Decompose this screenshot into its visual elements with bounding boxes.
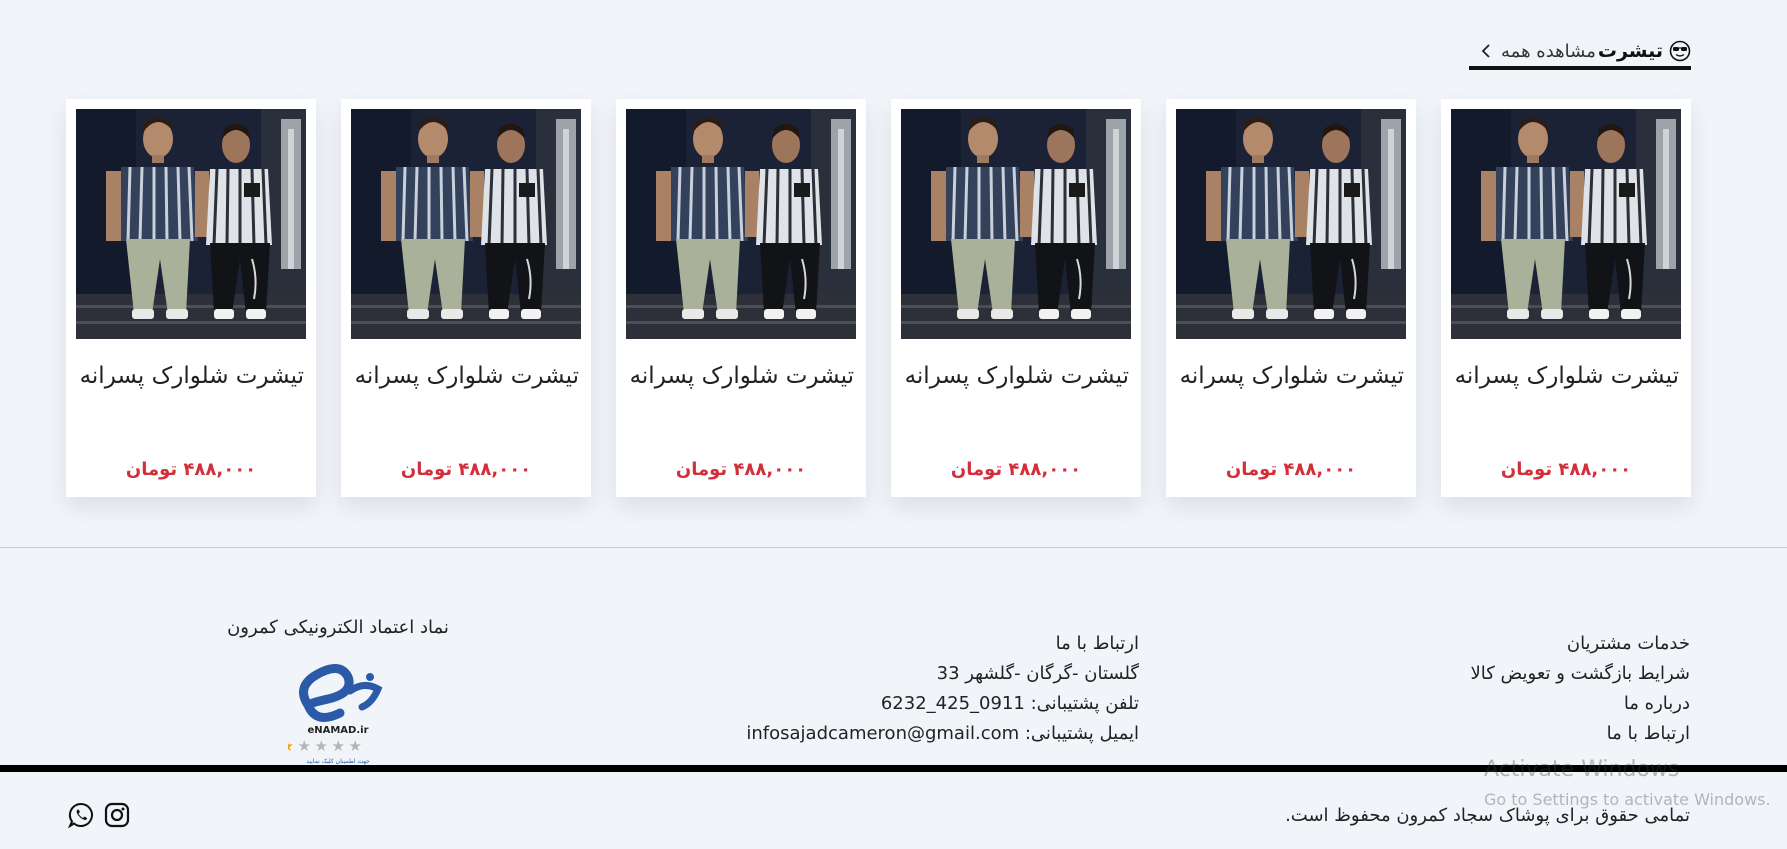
product-card[interactable]: تیشرت شلوارک پسرانه ۴۸۸,۰۰۰ تومان	[1441, 99, 1691, 497]
product-card[interactable]: تیشرت شلوارک پسرانه ۴۸۸,۰۰۰ تومان	[891, 99, 1141, 497]
enamad-caption: جهت اطمینان کلیک نمایید	[306, 758, 370, 765]
product-image[interactable]	[626, 109, 856, 339]
product-price: ۴۸۸,۰۰۰ تومان	[400, 459, 532, 480]
product-price: ۴۸۸,۰۰۰ تومان	[950, 459, 1082, 480]
section-header: تیشرت مشاهده همه	[1469, 36, 1691, 70]
product-name[interactable]: تیشرت شلوارک پسرانه	[1180, 363, 1404, 389]
social-links	[68, 802, 130, 828]
product-price: ۴۸۸,۰۰۰ تومان	[125, 459, 257, 480]
product-name[interactable]: تیشرت شلوارک پسرانه	[1455, 363, 1679, 389]
footer-phone: تلفن پشتیبانی: 0911_425_6232	[880, 693, 1139, 714]
trust-title: نماد اعتماد الکترونیکی کمرون	[227, 617, 449, 638]
view-all-label: مشاهده همه	[1501, 40, 1596, 62]
sunglasses-emoji-icon	[1669, 40, 1691, 62]
product-image[interactable]	[1451, 109, 1681, 339]
product-image[interactable]	[351, 109, 581, 339]
product-image[interactable]	[1176, 109, 1406, 339]
product-price: ۴۸۸,۰۰۰ تومان	[675, 459, 807, 480]
view-all-link[interactable]: مشاهده همه	[1479, 41, 1596, 62]
footer-services-title: خدمات مشتریان	[1566, 633, 1690, 654]
product-carousel: تیشرت شلوارک پسرانه ۴۸۸,۰۰۰ تومان تیشرت …	[65, 99, 1691, 497]
footer-link-returns[interactable]: شرایط بازگشت و تعویض کالا	[1370, 659, 1690, 689]
product-name[interactable]: تیشرت شلوارک پسرانه	[905, 363, 1129, 389]
chevron-left-icon	[1481, 44, 1490, 58]
footer-contact-title: ارتباط با ما	[1055, 633, 1139, 654]
section-title: تیشرت	[1597, 40, 1663, 62]
footer-trust: نماد اعتماد الکترونیکی کمرون eNAMAD.ir ★…	[208, 613, 468, 767]
activate-windows-subtitle: Go to Settings to activate Windows.	[1484, 790, 1771, 809]
footer-divider	[0, 547, 1787, 548]
product-card[interactable]: تیشرت شلوارک پسرانه ۴۸۸,۰۰۰ تومان	[1166, 99, 1416, 497]
product-price: ۴۸۸,۰۰۰ تومان	[1500, 459, 1632, 480]
product-name[interactable]: تیشرت شلوارک پسرانه	[630, 363, 854, 389]
star-empty-icon: ★	[332, 737, 345, 755]
product-name[interactable]: تیشرت شلوارک پسرانه	[80, 363, 304, 389]
product-image[interactable]	[76, 109, 306, 339]
star-filled-icon: ★	[288, 737, 294, 755]
footer-email: ایمیل پشتیبانی: infosajadcameron@gmail.c…	[746, 723, 1139, 744]
star-empty-icon: ★	[315, 737, 328, 755]
footer-link-about[interactable]: درباره ما	[1370, 689, 1690, 719]
star-empty-icon: ★	[349, 737, 362, 755]
footer-services: خدمات مشتریان شرایط بازگشت و تعویض کالا …	[1370, 629, 1690, 749]
product-card[interactable]: تیشرت شلوارک پسرانه ۴۸۸,۰۰۰ تومان	[66, 99, 316, 497]
product-card[interactable]: تیشرت شلوارک پسرانه ۴۸۸,۰۰۰ تومان	[616, 99, 866, 497]
product-image[interactable]	[901, 109, 1131, 339]
footer-address: گلستان -گرگان -گلشهر 33	[936, 663, 1139, 684]
instagram-icon[interactable]	[104, 802, 130, 828]
footer-contact: ارتباط با ما گلستان -گرگان -گلشهر 33 تلف…	[639, 629, 1139, 749]
enamad-text: eNAMAD.ir	[307, 725, 368, 736]
activate-windows-title: Activate Windows	[1484, 757, 1680, 782]
star-empty-icon: ★	[298, 737, 311, 755]
product-price: ۴۸۸,۰۰۰ تومان	[1225, 459, 1357, 480]
product-card[interactable]: تیشرت شلوارک پسرانه ۴۸۸,۰۰۰ تومان	[341, 99, 591, 497]
whatsapp-icon[interactable]	[68, 802, 94, 828]
product-name[interactable]: تیشرت شلوارک پسرانه	[355, 363, 579, 389]
footer-link-contact[interactable]: ارتباط با ما	[1370, 719, 1690, 749]
enamad-logo[interactable]: eNAMAD.ir ★ ★ ★ ★ ★ جهت اطمینان کلیک نما…	[288, 647, 388, 767]
